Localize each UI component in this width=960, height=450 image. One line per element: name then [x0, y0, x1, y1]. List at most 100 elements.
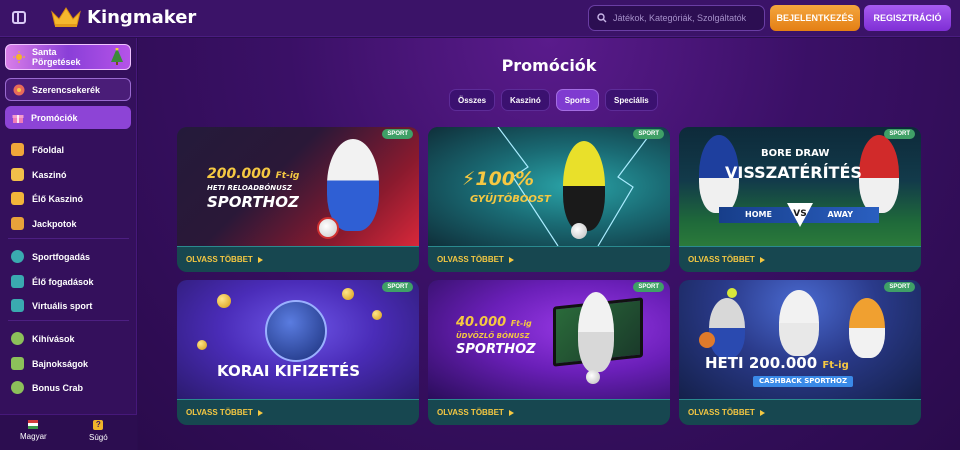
- crown-icon: [51, 7, 81, 27]
- banner-headline: 40.000: [456, 315, 507, 330]
- read-more-link[interactable]: OLVASS TÖBBET: [177, 399, 419, 425]
- live-icon: [11, 275, 24, 288]
- tab-sports[interactable]: Sports: [555, 89, 600, 111]
- tab-special[interactable]: Speciális: [605, 89, 658, 111]
- main-content: Promóciók Összes Kaszinó Sports Speciáli…: [138, 38, 960, 450]
- sidebar-item-challenges[interactable]: Kihívások: [11, 332, 75, 345]
- read-more-link[interactable]: OLVASS TÖBBET: [679, 246, 921, 272]
- promo-card-early-payout[interactable]: KORAI KIFIZETÉS SPORT OLVASS TÖBBET: [177, 280, 419, 425]
- wheel-label: Szerencsekerék: [32, 84, 101, 95]
- search-box[interactable]: [588, 5, 765, 31]
- sun-icon: [13, 51, 25, 63]
- register-button[interactable]: REGISZTRÁCIÓ: [864, 5, 951, 31]
- sidebar-item-bonus-crab[interactable]: Bonus Crab: [11, 381, 83, 394]
- sport-badge: SPORT: [382, 129, 413, 139]
- sidebar-item-home[interactable]: Főoldal: [11, 143, 64, 156]
- promo-banner: BORE DRAW VISSZATÉRÍTÉS HOME AWAY VS: [679, 127, 921, 246]
- sidebar-santa-spins[interactable]: Santa Pörgetések: [5, 44, 131, 70]
- wheel-icon: [13, 84, 25, 95]
- promo-card-cashback[interactable]: HETI 200.000 Ft-ig CASHBACK SPORTHOZ SPO…: [679, 280, 921, 425]
- sidebar-wheel-of-fortune[interactable]: Szerencsekerék: [5, 78, 131, 101]
- sidebar-item-label: Élő fogadások: [32, 276, 94, 287]
- cards-icon: [11, 168, 24, 181]
- sport-badge: SPORT: [884, 282, 915, 292]
- arrow-right-icon: [759, 409, 765, 416]
- promo-card-welcome-bonus[interactable]: 40.000 Ft-ig ÜDVÖZLŐ BÓNUSZ SPORTHOZ SPO…: [428, 280, 670, 425]
- sidebar-item-live-betting[interactable]: Élő fogadások: [11, 275, 94, 288]
- coin-image: [372, 310, 382, 320]
- promo-card-bore-draw[interactable]: BORE DRAW VISSZATÉRÍTÉS HOME AWAY VS SPO…: [679, 127, 921, 272]
- sidebar-item-virtual-sports[interactable]: Virtuális sport: [11, 299, 92, 312]
- login-button[interactable]: BEJELENTKEZÉS: [770, 5, 860, 31]
- ball-image: [317, 217, 339, 239]
- read-more-link[interactable]: OLVASS TÖBBET: [679, 399, 921, 425]
- sidebar-item-label: Élő Kaszinó: [32, 193, 84, 204]
- ball-image: [571, 223, 587, 239]
- sport-badge: SPORT: [382, 282, 413, 292]
- read-more-label: OLVASS TÖBBET: [186, 408, 253, 417]
- promo-card-accumulator-boost[interactable]: ⚡100% GYŰJTŐBOOST SPORT OLVASS TÖBBET: [428, 127, 670, 272]
- sidebar-item-label: Kihívások: [32, 333, 75, 344]
- promo-card-reload-bonus[interactable]: 200.000 Ft-ig HETI RELOADBÓNUSZ SPORTHOZ…: [177, 127, 419, 272]
- coin-image: [217, 294, 231, 308]
- sidebar-item-label: Sportfogadás: [32, 251, 91, 262]
- help-label: Súgó: [89, 433, 108, 442]
- sidebar-item-live-casino[interactable]: Élő Kaszinó: [11, 192, 83, 205]
- dice-icon: [11, 192, 24, 205]
- help-button[interactable]: ? Súgó: [89, 420, 108, 442]
- sidebar-item-label: Jackpotok: [32, 218, 77, 229]
- sidebar-item-tournaments[interactable]: Bajnokságok: [11, 357, 88, 370]
- banner-title: GYŰJTŐBOOST: [470, 194, 551, 205]
- promo-tabs: Összes Kaszinó Sports Speciális: [449, 89, 658, 113]
- tennis-player-image: [849, 298, 885, 358]
- football-player-image: [327, 139, 379, 231]
- home-icon: [11, 143, 24, 156]
- read-more-label: OLVASS TÖBBET: [437, 408, 504, 417]
- bolt-icon: ⚡: [462, 168, 476, 190]
- football-player-image: [779, 290, 819, 356]
- sidebar-item-label: Kaszinó: [32, 169, 67, 180]
- promo-banner: 40.000 Ft-ig ÜDVÖZLŐ BÓNUSZ SPORTHOZ: [428, 280, 670, 399]
- basketball-player-image: [709, 298, 745, 358]
- read-more-link[interactable]: OLVASS TÖBBET: [428, 246, 670, 272]
- arrow-right-icon: [257, 256, 263, 263]
- sidebar-item-sports-betting[interactable]: Sportfogadás: [11, 250, 90, 263]
- read-more-link[interactable]: OLVASS TÖBBET: [177, 246, 419, 272]
- logo[interactable]: Kingmaker: [50, 6, 196, 28]
- promo-banner: 200.000 Ft-ig HETI RELOADBÓNUSZ SPORTHOZ: [177, 127, 419, 246]
- banner-title: SPORTHOZ: [456, 342, 536, 357]
- santa-label: Santa Pörgetések: [32, 46, 81, 67]
- sidebar-item-jackpots[interactable]: Jackpotok: [11, 217, 77, 230]
- language-selector[interactable]: Magyar: [20, 420, 47, 441]
- banner-title: HETI 200.000: [705, 354, 818, 372]
- top-bar: Kingmaker BEJELENTKEZÉS REGISZTRÁCIÓ: [0, 0, 960, 37]
- search-input[interactable]: [613, 13, 753, 23]
- read-more-label: OLVASS TÖBBET: [688, 255, 755, 264]
- soccer-ball-icon: [11, 250, 24, 263]
- gamepad-icon: [11, 299, 24, 312]
- tab-casino[interactable]: Kaszinó: [501, 89, 550, 111]
- brand-name: Kingmaker: [87, 6, 197, 28]
- language-label: Magyar: [20, 432, 47, 441]
- sidebar-item-label: Virtuális sport: [32, 300, 93, 311]
- divider: [8, 238, 129, 239]
- sport-badge: SPORT: [633, 129, 664, 139]
- banner-subline: HETI RELOADBÓNUSZ: [207, 184, 292, 192]
- sidebar-item-label: Bonus Crab: [32, 382, 84, 393]
- tab-all[interactable]: Összes: [449, 89, 496, 111]
- sidebar-toggle-icon[interactable]: [12, 11, 26, 24]
- football-player-image: [578, 292, 614, 372]
- football-player-image: [563, 141, 605, 231]
- player-right-image: [859, 135, 899, 213]
- sport-badge: SPORT: [633, 282, 664, 292]
- page-title: Promóciók: [501, 56, 597, 75]
- read-more-link[interactable]: OLVASS TÖBBET: [428, 399, 670, 425]
- tree-icon: [111, 48, 123, 65]
- read-more-label: OLVASS TÖBBET: [437, 255, 504, 264]
- sidebar-promotions[interactable]: Promóciók: [5, 106, 131, 129]
- sidebar-footer: Magyar ? Súgó: [0, 414, 137, 450]
- sidebar-item-casino[interactable]: Kaszinó: [11, 168, 67, 181]
- hungary-flag-icon: [28, 420, 39, 429]
- sport-badge: SPORT: [884, 129, 915, 139]
- jackpot-icon: [11, 217, 24, 230]
